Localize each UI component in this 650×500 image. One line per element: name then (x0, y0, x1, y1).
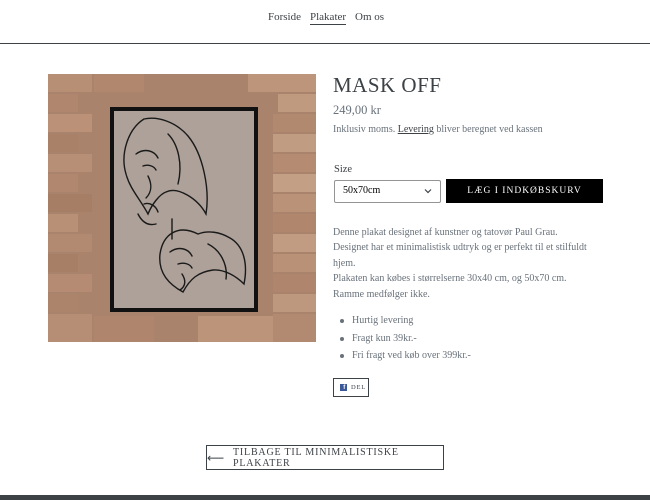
tax-note-prefix: Inklusiv moms. (333, 124, 398, 135)
description-line: Denne plakat designet af kunstner og tat… (333, 227, 558, 238)
list-item: Fragt kun 39kr.- (340, 330, 471, 348)
description-line: Designet har et minimalistisk udtryk og … (333, 242, 587, 269)
size-label: Size (334, 164, 353, 175)
chevron-down-icon (424, 189, 432, 194)
arrow-left-icon: ⟵ (207, 450, 226, 465)
footer-divider (0, 495, 650, 500)
product-image[interactable] (48, 74, 316, 342)
description-line: Ramme medfølger ikke. (333, 288, 430, 300)
product-title: MASK OFF (333, 73, 442, 97)
add-to-cart-button[interactable]: LÆG I INDKØBSKURV (446, 179, 603, 203)
description-line: Plakaten kan købes i størrelserne 30x40 … (333, 273, 567, 285)
list-item: Fri fragt ved køb over 399kr.- (340, 347, 471, 365)
poster-photo (48, 74, 316, 342)
product-description: Denne plakat designet af kunstner og tat… (333, 225, 603, 302)
product-features-list: Hurtig levering Fragt kun 39kr.- Fri fra… (340, 312, 471, 365)
back-button-label: TILBAGE TIL MINIMALISTISKE PLAKATER (233, 446, 399, 469)
nav-item-forside[interactable]: Forside (268, 11, 301, 23)
site-nav: Forside Plakater Om os (0, 0, 650, 44)
back-to-collection-button[interactable]: ⟵ TILBAGE TIL MINIMALISTISKE PLAKATER (206, 445, 444, 470)
list-item: Hurtig levering (340, 312, 471, 330)
product-price: 249,00 kr (333, 103, 381, 117)
nav-item-om-os[interactable]: Om os (355, 11, 384, 23)
nav-item-plakater[interactable]: Plakater (310, 11, 347, 25)
shipping-link[interactable]: Levering (398, 124, 434, 135)
size-selected-value: 50x70cm (343, 185, 381, 196)
tax-note-suffix: bliver beregnet ved kassen (433, 124, 543, 135)
share-label: DEL (351, 384, 367, 391)
facebook-share-button[interactable]: f DEL (333, 378, 369, 397)
facebook-icon: f (340, 384, 347, 391)
tax-note: Inklusiv moms. Levering bliver beregnet … (333, 124, 543, 135)
size-select[interactable]: 50x70cm (334, 180, 441, 203)
